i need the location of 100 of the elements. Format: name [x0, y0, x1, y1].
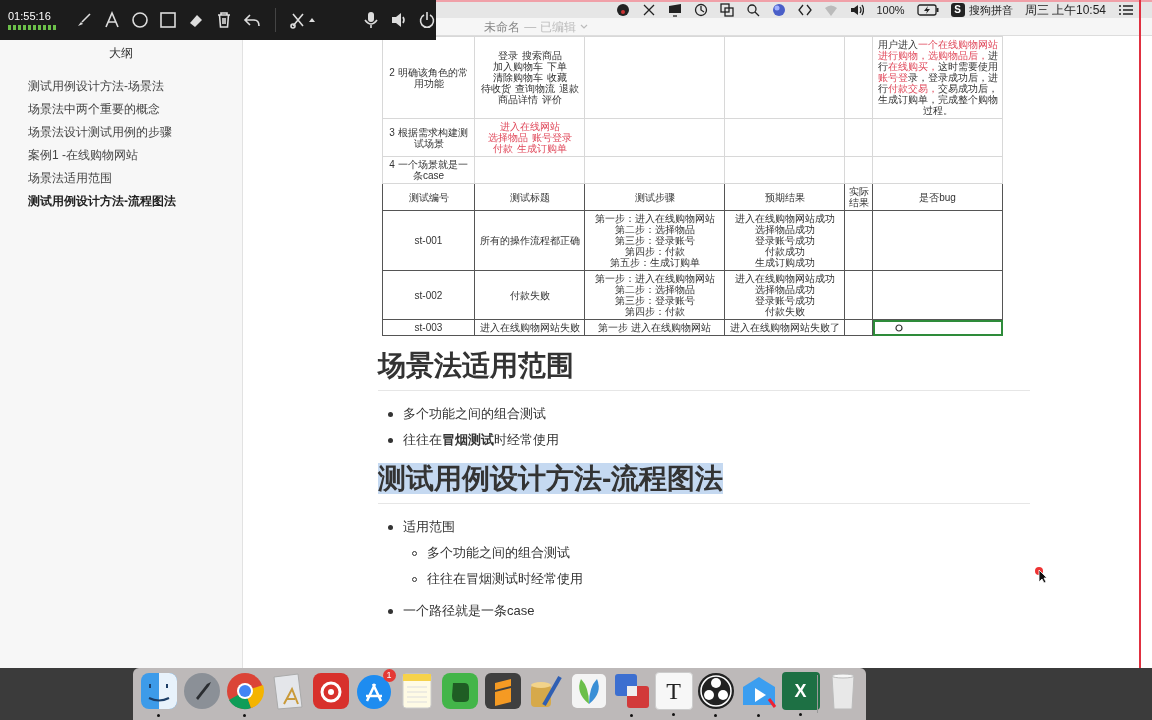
cell-text: 下单	[546, 61, 567, 72]
cell-text: 第二步：选择物品	[613, 284, 695, 295]
table-cell: st-002	[382, 270, 475, 320]
audio-meter-icon	[8, 24, 56, 30]
swirl-icon[interactable]	[310, 671, 351, 711]
cell-text: 登录账号成功	[753, 295, 816, 306]
bullet-icon	[388, 411, 393, 417]
monitor-icon[interactable]	[668, 3, 683, 17]
column-header: 测试标题	[474, 183, 585, 211]
circle-icon[interactable]	[131, 11, 150, 29]
text-tool-icon[interactable]	[103, 11, 122, 29]
table-cell: st-003	[382, 319, 475, 336]
cell-text: 登录	[497, 50, 518, 61]
timer-text: 01:55:16	[8, 10, 52, 22]
window-title: 未命名	[484, 18, 521, 36]
column-header: 测试编号	[382, 183, 475, 211]
list-icon[interactable]	[1118, 4, 1134, 16]
input-method-icon[interactable]: S	[950, 3, 965, 17]
column-header: 实际结果	[844, 183, 873, 211]
outline-item[interactable]: 场景法适用范围	[0, 166, 242, 189]
bullet-icon	[388, 524, 393, 530]
clock-icon[interactable]	[694, 3, 709, 17]
three-circles-icon[interactable]	[695, 671, 736, 711]
cell-text: 付款成功	[763, 246, 806, 257]
bullet-icon	[388, 608, 393, 614]
outline-item[interactable]: 测试用例设计方法-场景法	[0, 74, 242, 97]
table-cell: 4 一个场景就是一条case	[382, 156, 475, 184]
bullet-text: 一个路径就是一条case	[403, 602, 535, 621]
cursor-icon	[1034, 566, 1048, 584]
outline-item[interactable]: 测试用例设计方法-流程图法	[0, 189, 242, 212]
round-logo-icon[interactable]	[616, 3, 631, 17]
cell-text: 进入在线购物网站失败了	[728, 322, 841, 333]
bullet-text: 往往在冒烟测试时经常使用	[427, 570, 583, 589]
battery-text: 100%	[876, 2, 905, 18]
undo-icon[interactable]	[243, 11, 262, 29]
speaker-icon[interactable]	[390, 11, 408, 29]
cell-text: 查询物流	[514, 83, 555, 94]
cell-text: 选择物品成功	[754, 284, 816, 295]
ring-icon	[895, 323, 903, 332]
cell-text: 第三步：登录账号	[613, 295, 696, 306]
cell-text: 进入在线购物网站成功	[733, 213, 836, 224]
cell-text: 搜索商品	[521, 50, 562, 61]
bullet-icon	[388, 437, 393, 443]
cell-text: 第四步：付款	[623, 246, 686, 257]
clock-text[interactable]: 周三 上午10:54	[1024, 1, 1106, 19]
microphone-icon[interactable]	[362, 11, 380, 29]
cell-text: 第五步：生成订购单	[608, 257, 701, 268]
bullet-text: 往往在冒烟测试时经常使用	[403, 431, 559, 450]
outline-item[interactable]: 场景法中两个重要的概念	[0, 97, 242, 120]
section-heading: 场景法适用范围	[378, 350, 574, 381]
face-icon[interactable]	[138, 671, 179, 711]
table-cell: 3 根据需求构建测试场景	[382, 118, 475, 157]
cell-text: 付款失败	[763, 306, 806, 317]
speaker-icon[interactable]	[850, 3, 865, 17]
column-header: 是否bug	[872, 183, 1003, 211]
column-header: 测试步骤	[584, 183, 725, 211]
cell-text: 进入在线购物网站成功	[733, 273, 836, 284]
cell-text: 第二步：选择物品	[613, 224, 695, 235]
letter-tile-icon[interactable]: T	[654, 672, 693, 710]
column-header: 预期结果	[724, 183, 845, 211]
outline-item[interactable]: 案例1 -在线购物网站	[0, 143, 242, 166]
bullet-text: 多个功能之间的组合测试	[427, 544, 570, 563]
battery-icon[interactable]	[916, 4, 939, 16]
cell-text: 第一步：进入在线购物网站	[593, 273, 716, 284]
sidebar-title: 大纲	[108, 45, 134, 62]
cell-text: 生成订购单	[516, 143, 567, 154]
cell-text: 加入购物车	[492, 61, 543, 72]
note-tile-icon[interactable]	[439, 671, 480, 711]
cell-text: 生成订购成功	[753, 257, 816, 268]
bullet-text: 多个功能之间的组合测试	[403, 405, 546, 424]
cell-text: 第四步：付款	[623, 306, 686, 317]
cell-text: 清除购物车	[492, 72, 543, 83]
square-icon[interactable]	[159, 11, 178, 29]
bullet-text: 适用范围	[403, 518, 455, 537]
power-icon[interactable]	[418, 11, 436, 29]
overlapping-squares-icon[interactable]	[720, 3, 735, 17]
cell-text: 账号登录	[531, 132, 572, 143]
table-cell: 进入在线购物网站失败	[474, 319, 585, 336]
table-cell	[844, 118, 873, 157]
sphere-icon[interactable]	[772, 3, 787, 17]
code-brackets-icon[interactable]	[798, 3, 813, 17]
table-cell: 所有的操作流程都正确	[474, 210, 585, 271]
cell-text: 商品详情	[497, 94, 538, 105]
cell-text: 选择物品	[487, 132, 528, 143]
search-icon[interactable]	[746, 3, 761, 17]
cell-text: 第三步：登录账号	[613, 235, 696, 246]
badge: 1	[382, 669, 396, 682]
outline-item[interactable]: 场景法设计测试用例的步骤	[0, 120, 242, 143]
section-heading: 测试用例设计方法-流程图法	[378, 463, 724, 494]
input-method-text[interactable]: 搜狗拼音	[968, 1, 1013, 19]
brush-icon[interactable]	[75, 11, 94, 29]
spreadsheet-icon[interactable]: X	[781, 672, 820, 710]
cell-text: 付款	[492, 143, 513, 154]
cell-text: 待收货	[480, 83, 511, 94]
tools-icon[interactable]	[290, 11, 316, 29]
cell-text: 登录账号成功	[753, 235, 816, 246]
table-cell	[844, 156, 873, 184]
table-cell: st-001	[382, 210, 475, 271]
cell-text: 评价	[541, 94, 562, 105]
zigzag-icon[interactable]	[482, 671, 523, 711]
